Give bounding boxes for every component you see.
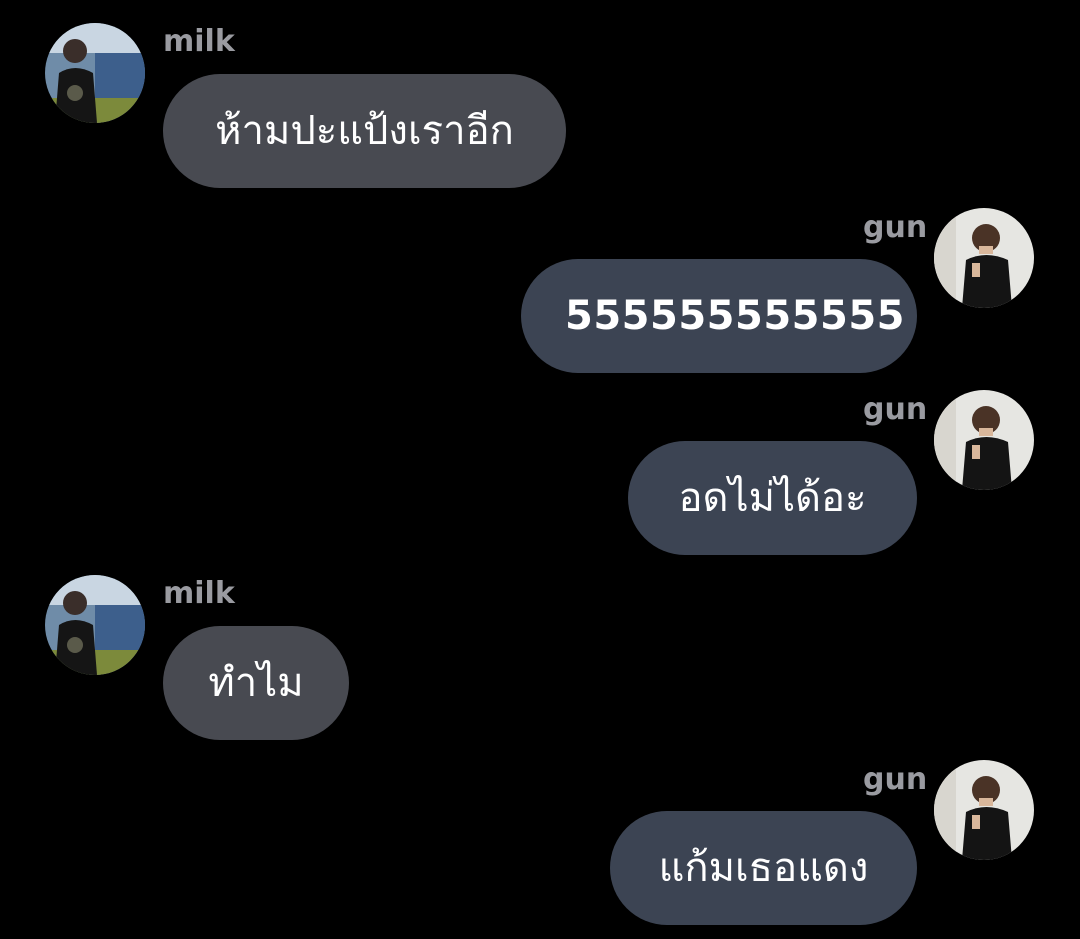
message-bubble[interactable]: ห้ามปะแป้งเราอีก bbox=[163, 74, 566, 188]
message-bubble[interactable]: อดไม่ได้อะ bbox=[628, 441, 917, 555]
gun-avatar-icon[interactable] bbox=[934, 390, 1034, 490]
message-bubble[interactable]: 555555555555 bbox=[521, 259, 917, 373]
sender-name: gun bbox=[863, 210, 928, 245]
sender-name: milk bbox=[163, 24, 235, 59]
message-bubble[interactable]: ทำไม bbox=[163, 626, 349, 740]
milk-avatar-icon[interactable] bbox=[45, 23, 145, 123]
milk-avatar-icon[interactable] bbox=[45, 575, 145, 675]
sender-name: milk bbox=[163, 576, 235, 611]
gun-avatar-icon[interactable] bbox=[934, 208, 1034, 308]
sender-name: gun bbox=[863, 762, 928, 797]
gun-avatar-icon[interactable] bbox=[934, 760, 1034, 860]
message-bubble[interactable]: แก้มเธอแดง bbox=[610, 811, 917, 925]
sender-name: gun bbox=[863, 392, 928, 427]
